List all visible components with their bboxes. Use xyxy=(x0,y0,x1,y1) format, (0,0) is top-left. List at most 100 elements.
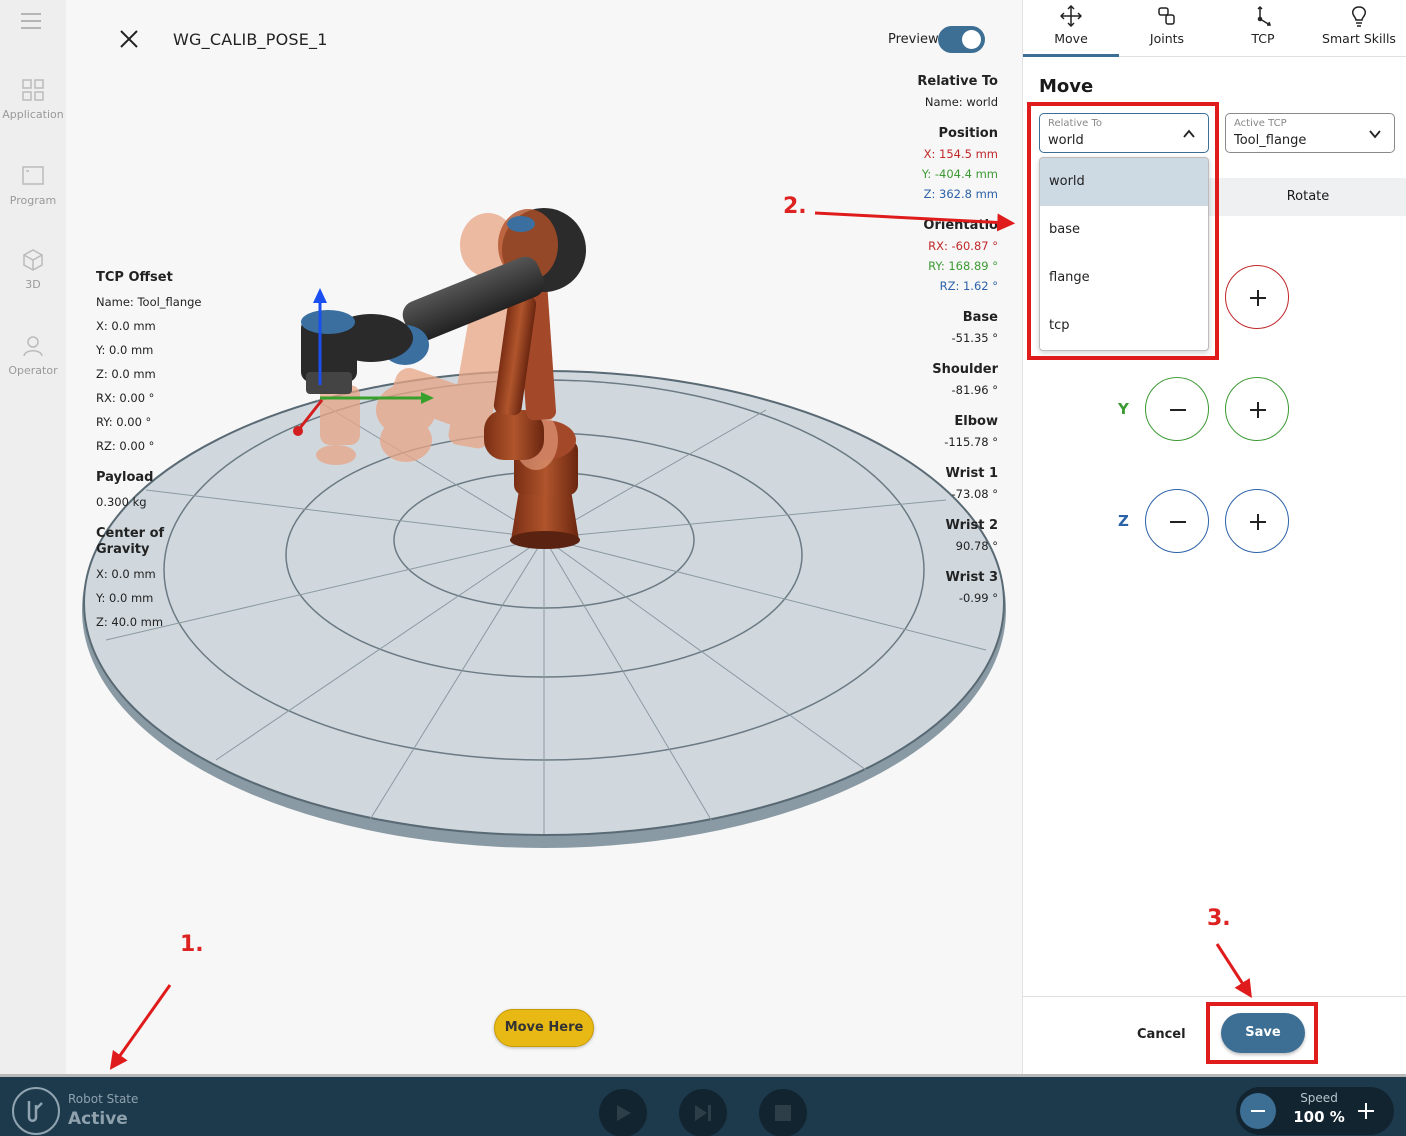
tab-tcp[interactable]: TCP xyxy=(1215,0,1311,57)
nav-item-operator[interactable]: Operator xyxy=(0,334,66,377)
joint-elbow-info: Elbow -115.78 ° xyxy=(944,412,998,452)
lightbulb-icon xyxy=(1352,6,1366,27)
robot-state-value: Active xyxy=(68,1109,128,1129)
robot-scene[interactable] xyxy=(66,0,1022,1074)
relative-to-name: Name: world xyxy=(924,95,998,109)
tcp-offset-z: Z: 0.0 mm xyxy=(96,367,156,381)
position-x: X: 154.5 mm xyxy=(923,147,998,161)
z-axis-label: Z xyxy=(1118,512,1129,530)
nav-item-program[interactable]: Program xyxy=(0,164,66,207)
stop-button[interactable] xyxy=(759,1089,807,1136)
joint-value: -81.96 ° xyxy=(951,383,998,397)
tab-move[interactable]: Move xyxy=(1023,0,1119,57)
tab-label: TCP xyxy=(1251,31,1275,46)
y-axis-label: Y xyxy=(1118,400,1129,418)
orientation-ry: RY: 168.89 ° xyxy=(928,259,998,273)
joint-value: -51.35 ° xyxy=(951,331,998,345)
payload-heading: Payload xyxy=(96,470,154,485)
nav-item-label: Application xyxy=(2,108,64,121)
tcp-offset-rx: RX: 0.00 ° xyxy=(96,391,155,405)
tcp-offset-y: Y: 0.0 mm xyxy=(96,343,154,357)
plus-icon xyxy=(1250,514,1266,530)
nav-item-application[interactable]: Application xyxy=(0,78,66,121)
speed-value: 100 % xyxy=(1293,1108,1345,1126)
joint-wrist3-info: Wrist 3 -0.99 ° xyxy=(945,568,998,608)
tcp-offset-info: TCP Offset Name: Tool_flange X: 0.0 mm Y… xyxy=(96,270,202,458)
speed-label: Speed xyxy=(1300,1091,1338,1105)
chevron-down-icon xyxy=(1369,130,1381,139)
play-icon xyxy=(617,1105,631,1121)
nav-item-label: Program xyxy=(9,194,57,207)
orientation-info: Orientatio RX: -60.87 ° RY: 168.89 ° RZ:… xyxy=(923,216,998,296)
tab-label: Smart Skills xyxy=(1322,31,1396,46)
position-info: Position X: 154.5 mm Y: -404.4 mm Z: 362… xyxy=(922,124,998,204)
nav-item-label: Operator xyxy=(8,364,58,377)
payload-value: 0.300 kg xyxy=(96,495,147,509)
step-icon xyxy=(695,1105,711,1121)
joint-wrist1-info: Wrist 1 -73.08 ° xyxy=(945,464,998,504)
joint-name: Elbow xyxy=(954,414,998,429)
joint-name: Wrist 3 xyxy=(945,570,998,585)
stop-icon xyxy=(775,1105,791,1121)
tab-label: Joints xyxy=(1149,31,1185,46)
ur-logo xyxy=(12,1087,60,1135)
orientation-rz: RZ: 1.62 ° xyxy=(939,279,998,293)
tcp-offset-heading: TCP Offset xyxy=(96,270,173,285)
joint-value: -115.78 ° xyxy=(944,435,998,449)
y-minus-button[interactable] xyxy=(1145,377,1209,441)
panel-tabs: Move Joints TCP Smart Skills xyxy=(1023,0,1406,57)
speed-control: Speed 100 % xyxy=(1236,1087,1394,1135)
speed-minus-button[interactable] xyxy=(1240,1093,1276,1129)
joint-value: -0.99 ° xyxy=(958,591,998,605)
position-y: Y: -404.4 mm xyxy=(921,167,998,181)
cog-z: Z: 40.0 mm xyxy=(96,615,164,629)
cog-heading-2: Gravity xyxy=(96,542,150,557)
z-plus-button[interactable] xyxy=(1225,489,1289,553)
joint-value: -73.08 ° xyxy=(951,487,998,501)
y-plus-button[interactable] xyxy=(1225,377,1289,441)
joint-name: Wrist 2 xyxy=(945,518,998,533)
tab-smart-skills[interactable]: Smart Skills xyxy=(1311,0,1406,57)
rotate-segment[interactable]: Rotate xyxy=(1209,178,1406,216)
payload-info: Payload 0.300 kg xyxy=(96,470,154,514)
minus-icon xyxy=(1170,409,1186,411)
joint-base-info: Base -51.35 ° xyxy=(952,308,998,348)
x-plus-button[interactable] xyxy=(1225,265,1289,329)
annotation-label-3: 3. xyxy=(1207,906,1231,931)
minus-icon xyxy=(1170,521,1186,523)
plus-icon xyxy=(1250,402,1266,418)
tcp-offset-x: X: 0.0 mm xyxy=(96,319,156,333)
cancel-button[interactable]: Cancel xyxy=(1137,1027,1186,1042)
tcp-offset-rz: RZ: 0.00 ° xyxy=(96,439,155,453)
tcp-axes-icon xyxy=(1257,5,1272,26)
nav-item-3d[interactable]: 3D xyxy=(0,248,66,291)
left-nav: Application Program 3D Operator xyxy=(0,0,66,1074)
annotation-box-save xyxy=(1206,1002,1318,1064)
menu-icon[interactable] xyxy=(21,13,41,29)
joint-wrist2-info: Wrist 2 90.78 ° xyxy=(945,516,998,556)
plus-icon xyxy=(1358,1103,1374,1119)
orientation-rx: RX: -60.87 ° xyxy=(928,239,998,253)
move-here-button[interactable]: Move Here xyxy=(494,1009,594,1047)
cog-y: Y: 0.0 mm xyxy=(96,591,154,605)
play-button[interactable] xyxy=(599,1089,647,1136)
move-arrows-icon xyxy=(1060,5,1082,27)
3d-viewport[interactable]: WG_CALIB_POSE_1 Preview Relative To Name… xyxy=(66,0,1022,1074)
orientation-heading: Orientatio xyxy=(923,218,998,233)
ur-logo-icon xyxy=(27,1101,43,1122)
cube-icon xyxy=(23,249,43,271)
nav-item-label: 3D xyxy=(25,278,41,291)
cog-heading-1: Center of xyxy=(96,526,165,541)
minus-icon xyxy=(1251,1110,1265,1112)
position-heading: Position xyxy=(938,126,998,141)
z-minus-button[interactable] xyxy=(1145,489,1209,553)
joint-name: Wrist 1 xyxy=(945,466,998,481)
speed-plus-button[interactable] xyxy=(1348,1093,1384,1129)
grid-icon xyxy=(22,79,44,101)
tab-joints[interactable]: Joints xyxy=(1119,0,1215,57)
active-tcp-select[interactable]: Active TCP Tool_flange xyxy=(1225,113,1395,153)
step-button[interactable] xyxy=(679,1089,727,1136)
plus-icon xyxy=(1250,290,1266,306)
position-z: Z: 362.8 mm xyxy=(923,187,998,201)
person-icon xyxy=(23,336,43,357)
